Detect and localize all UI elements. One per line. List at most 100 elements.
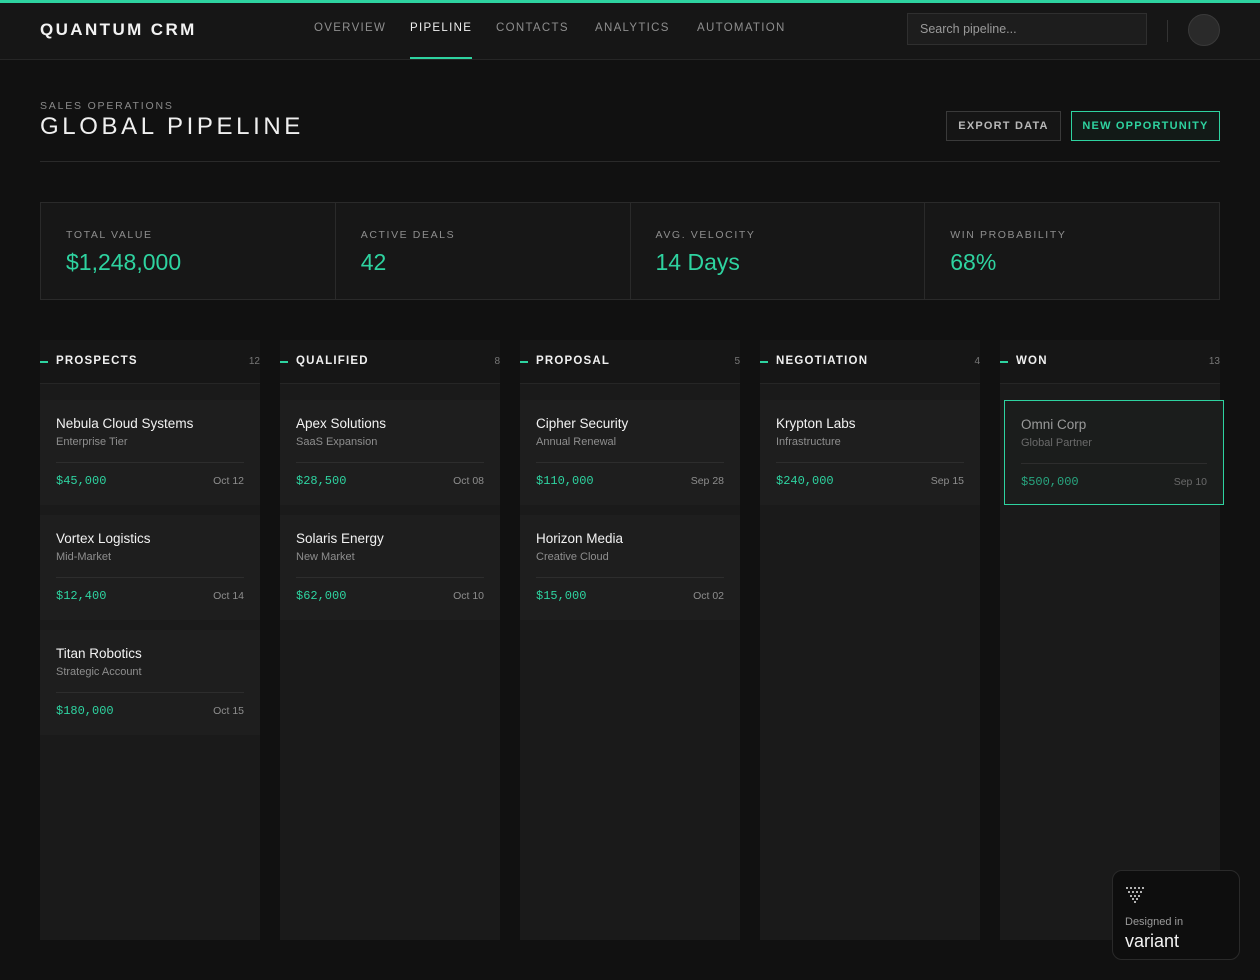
column-header: PROPOSAL 5 [520,340,740,384]
page-eyebrow: SALES OPERATIONS [40,100,174,112]
variant-logo-icon [1126,887,1144,903]
stat-label: ACTIVE DEALS [360,229,456,241]
tab-pipeline[interactable]: PIPELINE [410,22,473,59]
designed-in-badge[interactable]: Designed in variant [1112,870,1240,960]
deal-date: Oct 15 [213,705,244,717]
deal-date: Sep 15 [930,475,964,487]
tab-overview[interactable]: OVERVIEW [314,22,386,59]
column-count: 4 [974,356,980,367]
deal-date: Sep 28 [690,475,724,487]
card-divider [536,577,724,578]
page-header: SALES OPERATIONS GLOBAL PIPELINE EXPORT … [40,60,1220,162]
column-title: QUALIFIED [296,355,369,367]
deal-name: Vortex Logistics [56,531,151,546]
deal-name: Solaris Energy [296,531,384,546]
card-divider [56,692,244,693]
stat-label: WIN PROBABILITY [950,229,1067,241]
stat-avg-velocity: AVG. VELOCITY 14 Days [630,203,926,299]
stat-label: AVG. VELOCITY [655,229,756,241]
deal-amount: $45,000 [56,474,107,488]
column-marker [40,361,48,363]
badge-caption: Designed in [1125,916,1184,928]
stat-value: 68% [950,249,997,275]
deal-segment: SaaS Expansion [296,436,378,448]
deal-amount: $28,500 [296,474,347,488]
deal-card[interactable]: Solaris Energy New Market $62,000 Oct 10 [280,515,500,620]
deal-name: Nebula Cloud Systems [56,416,194,431]
column-header: PROSPECTS 12 [40,340,260,384]
deal-card[interactable]: Horizon Media Creative Cloud $15,000 Oct… [520,515,740,620]
column-header: QUALIFIED 8 [280,340,500,384]
deal-card-selected[interactable]: Omni Corp Global Partner $500,000 Sep 10 [1004,400,1224,505]
deal-segment: Strategic Account [56,666,142,678]
deal-name: Titan Robotics [56,646,142,661]
new-opportunity-button[interactable]: NEW OPPORTUNITY [1071,111,1220,141]
column-title: NEGOTIATION [776,355,869,367]
stat-win-probability: WIN PROBABILITY 68% [925,203,1219,299]
deal-card[interactable]: Titan Robotics Strategic Account $180,00… [40,630,260,735]
column-qualified: QUALIFIED 8 Apex Solutions SaaS Expansio… [280,340,500,940]
deal-amount: $180,000 [56,704,114,718]
deal-amount: $12,400 [56,589,107,603]
deal-segment: Infrastructure [776,436,841,448]
deal-amount: $240,000 [776,474,834,488]
tab-analytics[interactable]: ANALYTICS [595,22,670,59]
search-input[interactable] [907,13,1147,45]
card-divider [776,462,964,463]
top-bar: QUANTUM CRM OVERVIEW PIPELINE CONTACTS A… [0,3,1260,60]
stat-value: $1,248,000 [66,249,182,275]
column-header: WON 13 [1000,340,1220,384]
column-marker [520,361,528,363]
deal-name: Krypton Labs [776,416,856,431]
deal-date: Sep 10 [1173,476,1207,488]
deal-amount: $62,000 [296,589,347,603]
deal-amount: $500,000 [1021,475,1079,489]
deal-segment: Annual Renewal [536,436,617,448]
deal-card[interactable]: Krypton Labs Infrastructure $240,000 Sep… [760,400,980,505]
stat-active-deals: ACTIVE DEALS 42 [335,203,631,299]
deal-card[interactable]: Vortex Logistics Mid-Market $12,400 Oct … [40,515,260,620]
column-marker [760,361,768,363]
deal-date: Oct 02 [693,590,724,602]
deal-card[interactable]: Apex Solutions SaaS Expansion $28,500 Oc… [280,400,500,505]
deal-date: Oct 12 [213,475,244,487]
deal-amount: $15,000 [536,589,587,603]
deal-amount: $110,000 [536,474,594,488]
deal-date: Oct 10 [453,590,484,602]
deal-segment: Global Partner [1021,437,1092,449]
tab-contacts[interactable]: CONTACTS [496,22,569,59]
stat-label: TOTAL VALUE [66,229,153,241]
deal-name: Horizon Media [536,531,624,546]
card-divider [536,462,724,463]
column-proposal: PROPOSAL 5 Cipher Security Annual Renewa… [520,340,740,940]
column-count: 12 [248,356,260,367]
badge-brand: variant [1125,931,1180,951]
stat-value: 14 Days [655,249,740,275]
column-marker [280,361,288,363]
column-title: PROPOSAL [536,355,611,367]
deal-name: Cipher Security [536,416,629,431]
column-count: 13 [1208,356,1220,367]
deal-segment: New Market [296,551,355,563]
deal-card[interactable]: Cipher Security Annual Renewal $110,000 … [520,400,740,505]
deal-date: Oct 14 [213,590,244,602]
deal-date: Oct 08 [453,475,484,487]
stats-panel: TOTAL VALUE $1,248,000 ACTIVE DEALS 42 A… [40,202,1220,300]
pipeline-board: PROSPECTS 12 Nebula Cloud Systems Enterp… [40,340,1224,940]
deal-card[interactable]: Nebula Cloud Systems Enterprise Tier $45… [40,400,260,505]
deal-name: Omni Corp [1021,417,1087,432]
avatar[interactable] [1188,14,1220,46]
card-divider [56,577,244,578]
stat-value: 42 [360,249,387,275]
deal-segment: Enterprise Tier [56,436,128,448]
column-count: 8 [494,356,500,367]
page-title: GLOBAL PIPELINE [40,113,304,140]
card-divider [296,462,484,463]
card-divider [1021,463,1207,464]
export-data-button[interactable]: EXPORT DATA [946,111,1061,141]
tab-automation[interactable]: AUTOMATION [697,22,786,59]
stat-total-value: TOTAL VALUE $1,248,000 [41,203,336,299]
card-divider [296,577,484,578]
column-won: WON 13 Omni Corp Global Partner $500,000… [1000,340,1224,940]
brand-logo[interactable]: QUANTUM CRM [40,20,197,40]
